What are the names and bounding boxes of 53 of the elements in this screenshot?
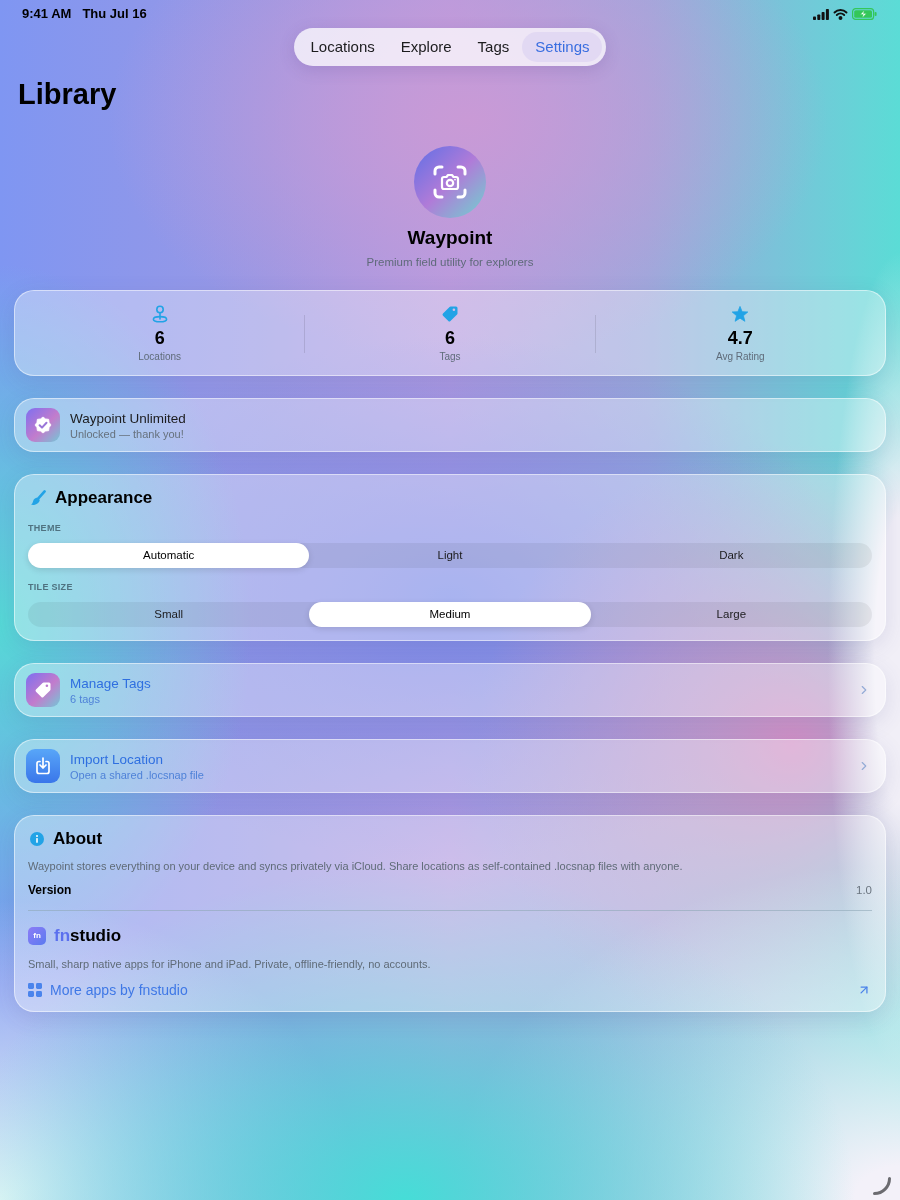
- section-title: Appearance: [55, 487, 153, 509]
- tab[interactable]: Tags: [464, 32, 523, 62]
- row-subtitle: Open a shared .locsnap file: [70, 767, 204, 782]
- resize-handle-icon[interactable]: [872, 1176, 892, 1196]
- star-icon: [731, 305, 750, 323]
- version-label: Version: [28, 883, 72, 898]
- segment-option[interactable]: Dark: [590, 543, 872, 568]
- studio-description: Small, sharp native apps for iPhone and iPad. Private, offline-friendly, no accounts.: [28, 957, 432, 971]
- page-title: Library: [18, 77, 118, 112]
- about-description: Waypoint stores everything on your device and syncs privately via iCloud. Share locations as self-contained .locsnap files with anyone.: [28, 859, 684, 873]
- verified-badge-icon: [26, 408, 60, 442]
- stat-label: Tags: [439, 351, 461, 363]
- download-tray-icon: [26, 749, 60, 783]
- paintbrush-icon: [30, 490, 46, 506]
- segment-option[interactable]: Light: [309, 543, 591, 568]
- segment-option[interactable]: Medium: [309, 602, 591, 627]
- segment-option[interactable]: Large: [590, 602, 872, 627]
- camera-scan-icon: [414, 146, 486, 218]
- stat-value: 6: [154, 327, 165, 349]
- unlimited-title: Waypoint Unlimited: [70, 409, 186, 427]
- map-pin-icon: [151, 305, 168, 323]
- app-tagline: Premium field utility for explorers: [366, 255, 534, 269]
- group-label: TILE SIZE: [28, 582, 74, 593]
- battery-charging-icon: [852, 8, 877, 20]
- signal-icon: [813, 8, 829, 20]
- stat-label: Avg Rating: [715, 351, 765, 363]
- segmented-control[interactable]: Small Medium Large: [28, 602, 872, 627]
- app-name: Waypoint: [407, 227, 493, 249]
- group-label: THEME: [28, 523, 62, 534]
- status-time: 9:41 AM: [22, 5, 72, 24]
- segmented-control[interactable]: Automatic Light Dark: [28, 543, 872, 568]
- studio-logo: fn: [28, 927, 46, 945]
- tab[interactable]: Settings: [522, 32, 603, 62]
- version-value: 1.0: [856, 883, 872, 898]
- studio-name: fnstudio: [54, 925, 122, 947]
- stat-label: Locations: [138, 351, 182, 363]
- section-title: About: [53, 828, 103, 850]
- grid-icon: [28, 983, 42, 997]
- stat-value: 6: [445, 327, 455, 349]
- row-subtitle: 6 tags: [70, 691, 101, 706]
- status-date: Thu Jul 16: [82, 5, 147, 24]
- tag-icon: [26, 673, 60, 707]
- unlimited-subtitle: Unlocked — thank you!: [70, 426, 185, 441]
- tab[interactable]: Locations: [297, 32, 388, 62]
- segment-option[interactable]: Small: [28, 602, 310, 627]
- row-title: Import Location: [70, 750, 165, 768]
- segment-option[interactable]: Automatic: [28, 543, 310, 568]
- row-title: Manage Tags: [70, 674, 151, 692]
- stat-value: 4.7: [727, 327, 753, 349]
- info-icon: [30, 832, 44, 846]
- wifi-icon: [833, 8, 848, 20]
- tab[interactable]: Explore: [387, 32, 465, 62]
- tag-icon: [441, 305, 459, 323]
